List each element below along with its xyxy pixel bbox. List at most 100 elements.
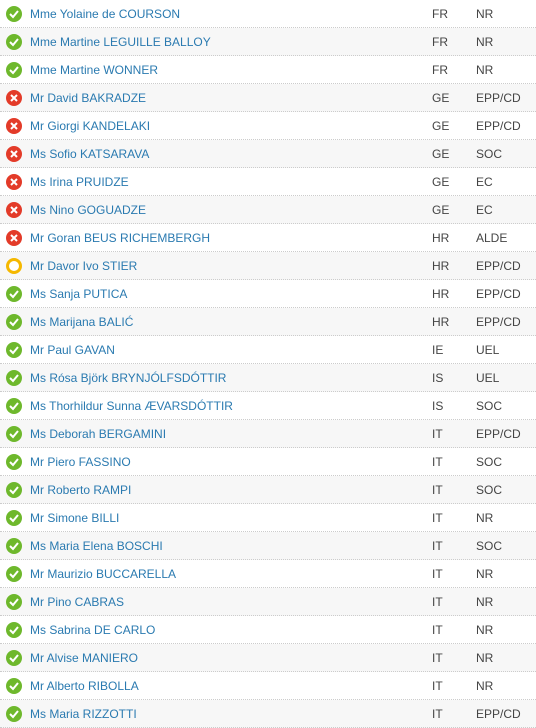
country-code: IT bbox=[432, 539, 476, 553]
country-code: GE bbox=[432, 147, 476, 161]
political-group: EPP/CD bbox=[476, 91, 532, 105]
vote-cell bbox=[4, 118, 24, 134]
country-code: HR bbox=[432, 231, 476, 245]
political-group: SOC bbox=[476, 147, 532, 161]
country-code: HR bbox=[432, 287, 476, 301]
table-row: Ms Maria Elena BOSCHIITSOC bbox=[0, 532, 536, 560]
political-group: NR bbox=[476, 511, 532, 525]
vote-for-icon bbox=[6, 566, 22, 582]
political-group: NR bbox=[476, 679, 532, 693]
member-name[interactable]: Mme Yolaine de COURSON bbox=[24, 7, 432, 21]
member-name[interactable]: Mr Alvise MANIERO bbox=[24, 651, 432, 665]
vote-for-icon bbox=[6, 398, 22, 414]
member-name[interactable]: Ms Marijana BALIĆ bbox=[24, 315, 432, 329]
vote-cell bbox=[4, 426, 24, 442]
vote-for-icon bbox=[6, 34, 22, 50]
member-name[interactable]: Ms Thorhildur Sunna ÆVARSDÓTTIR bbox=[24, 399, 432, 413]
country-code: FR bbox=[432, 35, 476, 49]
country-code: IT bbox=[432, 623, 476, 637]
country-code: IT bbox=[432, 455, 476, 469]
vote-cell bbox=[4, 258, 24, 274]
member-name[interactable]: Ms Rósa Björk BRYNJÓLFSDÓTTIR bbox=[24, 371, 432, 385]
political-group: EPP/CD bbox=[476, 287, 532, 301]
country-code: GE bbox=[432, 91, 476, 105]
table-row: Mr Goran BEUS RICHEMBERGHHRALDE bbox=[0, 224, 536, 252]
table-row: Mr Alvise MANIEROITNR bbox=[0, 644, 536, 672]
vote-for-icon bbox=[6, 482, 22, 498]
member-name[interactable]: Ms Sabrina DE CARLO bbox=[24, 623, 432, 637]
vote-for-icon bbox=[6, 510, 22, 526]
member-name[interactable]: Mr Alberto RIBOLLA bbox=[24, 679, 432, 693]
vote-for-icon bbox=[6, 678, 22, 694]
member-name[interactable]: Mr Maurizio BUCCARELLA bbox=[24, 567, 432, 581]
member-name[interactable]: Mr Giorgi KANDELAKI bbox=[24, 119, 432, 133]
political-group: NR bbox=[476, 567, 532, 581]
vote-for-icon bbox=[6, 314, 22, 330]
political-group: NR bbox=[476, 595, 532, 609]
table-row: Mme Martine WONNERFRNR bbox=[0, 56, 536, 84]
vote-abstain-icon bbox=[6, 258, 22, 274]
political-group: UEL bbox=[476, 343, 532, 357]
vote-against-icon bbox=[6, 202, 22, 218]
vote-for-icon bbox=[6, 62, 22, 78]
country-code: GE bbox=[432, 175, 476, 189]
country-code: IT bbox=[432, 511, 476, 525]
country-code: HR bbox=[432, 259, 476, 273]
country-code: IT bbox=[432, 427, 476, 441]
table-row: Mme Martine LEGUILLE BALLOYFRNR bbox=[0, 28, 536, 56]
member-name[interactable]: Mme Martine LEGUILLE BALLOY bbox=[24, 35, 432, 49]
member-name[interactable]: Mr Piero FASSINO bbox=[24, 455, 432, 469]
vote-cell bbox=[4, 594, 24, 610]
vote-cell bbox=[4, 174, 24, 190]
country-code: IT bbox=[432, 651, 476, 665]
table-row: Ms Rósa Björk BRYNJÓLFSDÓTTIRISUEL bbox=[0, 364, 536, 392]
member-name[interactable]: Mr Goran BEUS RICHEMBERGH bbox=[24, 231, 432, 245]
member-name[interactable]: Ms Sanja PUTICA bbox=[24, 287, 432, 301]
political-group: EC bbox=[476, 203, 532, 217]
vote-against-icon bbox=[6, 146, 22, 162]
member-name[interactable]: Ms Maria Elena BOSCHI bbox=[24, 539, 432, 553]
vote-cell bbox=[4, 650, 24, 666]
member-name[interactable]: Ms Nino GOGUADZE bbox=[24, 203, 432, 217]
table-row: Ms Sanja PUTICAHREPP/CD bbox=[0, 280, 536, 308]
vote-for-icon bbox=[6, 286, 22, 302]
table-row: Ms Sofio KATSARAVAGESOC bbox=[0, 140, 536, 168]
table-row: Ms Sabrina DE CARLOITNR bbox=[0, 616, 536, 644]
political-group: EPP/CD bbox=[476, 315, 532, 329]
political-group: NR bbox=[476, 35, 532, 49]
table-row: Ms Thorhildur Sunna ÆVARSDÓTTIRISSOC bbox=[0, 392, 536, 420]
member-name[interactable]: Ms Deborah BERGAMINI bbox=[24, 427, 432, 441]
political-group: SOC bbox=[476, 539, 532, 553]
table-row: Mr David BAKRADZEGEEPP/CD bbox=[0, 84, 536, 112]
political-group: SOC bbox=[476, 483, 532, 497]
political-group: EC bbox=[476, 175, 532, 189]
member-name[interactable]: Mr Pino CABRAS bbox=[24, 595, 432, 609]
vote-for-icon bbox=[6, 342, 22, 358]
country-code: HR bbox=[432, 315, 476, 329]
vote-cell bbox=[4, 706, 24, 722]
table-row: Ms Irina PRUIDZEGEEC bbox=[0, 168, 536, 196]
vote-for-icon bbox=[6, 706, 22, 722]
member-name[interactable]: Mr David BAKRADZE bbox=[24, 91, 432, 105]
table-row: Mr Simone BILLIITNR bbox=[0, 504, 536, 532]
political-group: EPP/CD bbox=[476, 119, 532, 133]
member-name[interactable]: Ms Sofio KATSARAVA bbox=[24, 147, 432, 161]
member-name[interactable]: Mme Martine WONNER bbox=[24, 63, 432, 77]
table-row: Mr Giorgi KANDELAKIGEEPP/CD bbox=[0, 112, 536, 140]
member-name[interactable]: Mr Paul GAVAN bbox=[24, 343, 432, 357]
political-group: EPP/CD bbox=[476, 707, 532, 721]
member-name[interactable]: Ms Irina PRUIDZE bbox=[24, 175, 432, 189]
member-name[interactable]: Mr Davor Ivo STIER bbox=[24, 259, 432, 273]
vote-cell bbox=[4, 566, 24, 582]
member-name[interactable]: Mr Roberto RAMPI bbox=[24, 483, 432, 497]
country-code: IT bbox=[432, 707, 476, 721]
country-code: IS bbox=[432, 399, 476, 413]
member-name[interactable]: Mr Simone BILLI bbox=[24, 511, 432, 525]
vote-against-icon bbox=[6, 90, 22, 106]
member-name[interactable]: Ms Maria RIZZOTTI bbox=[24, 707, 432, 721]
country-code: IS bbox=[432, 371, 476, 385]
table-row: Mr Pino CABRASITNR bbox=[0, 588, 536, 616]
table-row: Mr Piero FASSINOITSOC bbox=[0, 448, 536, 476]
vote-for-icon bbox=[6, 6, 22, 22]
country-code: FR bbox=[432, 7, 476, 21]
